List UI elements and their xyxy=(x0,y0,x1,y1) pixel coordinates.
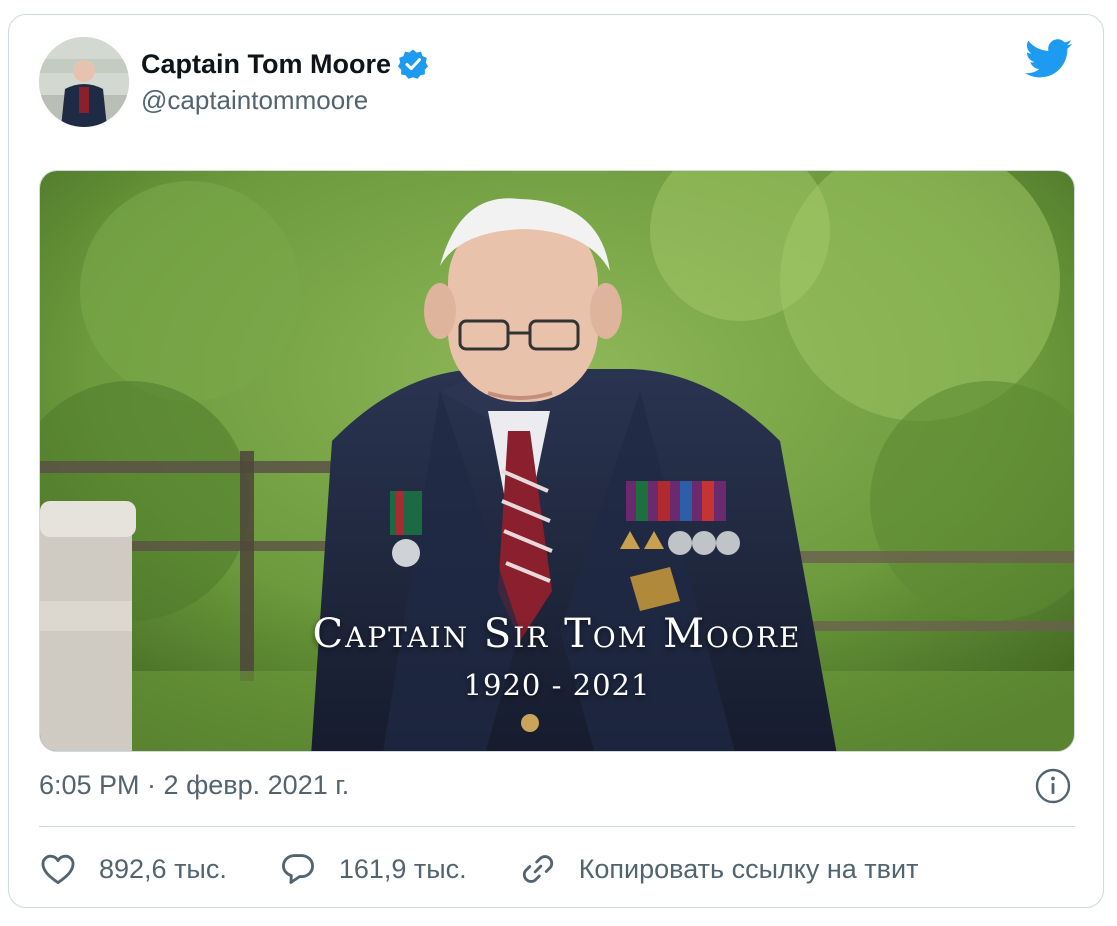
like-button[interactable]: 892,6 тыс. xyxy=(39,850,227,888)
memorial-photo xyxy=(40,171,1074,751)
twitter-bird-icon[interactable] xyxy=(1025,39,1073,79)
info-icon[interactable] xyxy=(1035,768,1071,804)
author-name-row: Captain Tom Moore xyxy=(141,45,429,83)
memorial-title: Captain Sir Tom Moore xyxy=(312,611,802,657)
author-handle[interactable]: @captaintommoore xyxy=(141,85,368,116)
verified-badge-icon xyxy=(397,48,429,80)
tweet-card: Captain Tom Moore @captaintommoore Capta… xyxy=(8,14,1104,908)
tweet-media-image[interactable]: Captain Sir Tom Moore 1920 - 2021 xyxy=(39,170,1075,752)
reply-bubble-icon xyxy=(281,854,314,884)
avatar-image xyxy=(39,37,129,127)
action-bar: 892,6 тыс. 161,9 тыс. Копировать ссылку … xyxy=(39,849,970,889)
reply-button[interactable]: 161,9 тыс. xyxy=(279,850,467,888)
memorial-years: 1920 - 2021 xyxy=(463,668,651,702)
heart-icon xyxy=(41,854,75,885)
avatar[interactable] xyxy=(39,37,129,127)
like-count: 892,6 тыс. xyxy=(99,853,227,884)
divider xyxy=(39,826,1075,827)
link-icon xyxy=(522,855,553,883)
copy-link-button[interactable]: Копировать ссылку на твит xyxy=(519,850,919,888)
copy-link-label: Копировать ссылку на твит xyxy=(578,853,919,884)
tweet-timestamp[interactable]: 6:05 PM · 2 февр. 2021 г. xyxy=(39,770,349,801)
reply-count: 161,9 тыс. xyxy=(338,853,467,884)
author-display-name[interactable]: Captain Tom Moore xyxy=(141,49,391,80)
